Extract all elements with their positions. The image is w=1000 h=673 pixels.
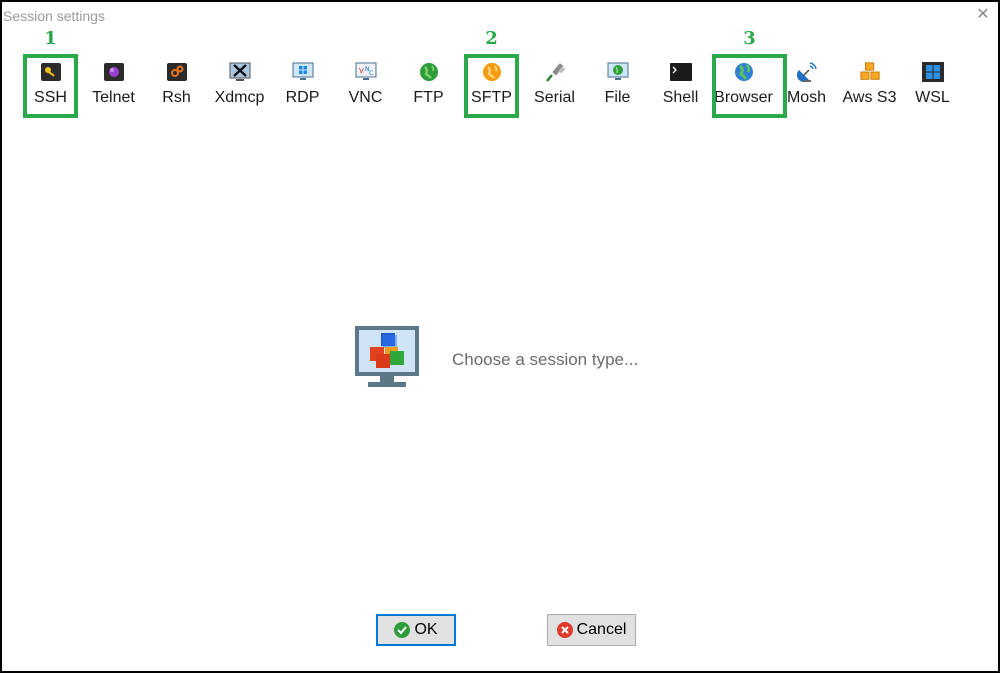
cancel-button[interactable]: Cancel (547, 614, 636, 646)
empty-state: Choose a session type... (354, 325, 638, 394)
session-type-shell[interactable]: Shell (649, 56, 712, 116)
session-type-label: Mosh (786, 89, 827, 106)
browser-globe-icon (733, 61, 755, 83)
session-type-vnc[interactable]: VNC VNC (334, 56, 397, 116)
session-type-label: RDP (285, 89, 320, 106)
session-type-telnet[interactable]: Telnet (82, 56, 145, 116)
xdmcp-icon (229, 61, 251, 83)
session-type-rsh[interactable]: Rsh (145, 56, 208, 116)
session-type-ssh[interactable]: 1 SSH (19, 28, 82, 118)
session-type-label: SFTP (471, 89, 512, 106)
session-cubes-monitor-icon (354, 325, 420, 394)
cancel-x-icon (556, 622, 573, 638)
session-type-ftp[interactable]: FTP (397, 56, 460, 116)
file-globe-monitor-icon (607, 61, 629, 83)
session-type-xdmcp[interactable]: Xdmcp (208, 56, 271, 116)
rsh-icon (166, 61, 188, 83)
session-type-rdp[interactable]: RDP (271, 56, 334, 116)
svg-text:V: V (359, 67, 364, 75)
session-type-label: Shell (662, 89, 699, 106)
serial-plug-icon (544, 61, 566, 83)
check-icon (394, 622, 411, 638)
ftp-globe-icon (418, 61, 440, 83)
session-type-label: WSL (915, 89, 950, 106)
rdp-monitor-icon (292, 61, 314, 83)
session-type-aws-s3[interactable]: Aws S3 (838, 56, 901, 116)
session-type-label: File (604, 89, 631, 106)
session-type-serial[interactable]: Serial (523, 56, 586, 116)
session-type-label: Telnet (92, 89, 135, 106)
telnet-icon (103, 61, 125, 83)
svg-text:C: C (369, 70, 373, 77)
session-type-label: Rsh (162, 89, 191, 106)
mosh-satellite-icon (796, 61, 818, 83)
session-type-label: Browser (714, 89, 773, 106)
session-type-label: VNC (348, 89, 383, 106)
highlight-number-1: 1 (44, 28, 57, 49)
highlight-number-3: 3 (743, 28, 756, 49)
session-type-wsl[interactable]: WSL (901, 56, 964, 116)
wsl-windows-icon (921, 61, 944, 83)
session-type-file[interactable]: File (586, 56, 649, 116)
session-type-sftp[interactable]: 2 SFTP (460, 28, 523, 118)
session-type-mosh[interactable]: Mosh (775, 56, 838, 116)
session-type-label: Serial (534, 89, 575, 106)
ok-label: OK (414, 621, 438, 638)
cancel-label: Cancel (576, 621, 627, 638)
vnc-icon: VNC (355, 61, 377, 83)
shell-terminal-icon (669, 61, 692, 83)
window-title: Session settings (3, 8, 105, 24)
session-type-toolbar: 1 SSH Telnet Rsh Xdmcp RDP V N C VNC FTP… (19, 28, 964, 118)
session-type-label: SSH (34, 89, 67, 106)
session-type-browser[interactable]: 3 Browser (712, 28, 787, 118)
sftp-globe-icon (481, 61, 503, 83)
session-settings-dialog: Session settings ✕ 1 SSH Telnet Rsh Xdmc… (0, 0, 1000, 673)
aws-s3-cubes-icon (859, 61, 881, 83)
highlight-number-2: 2 (485, 28, 498, 49)
choose-session-prompt: Choose a session type... (452, 349, 639, 369)
ok-button[interactable]: OK (376, 614, 456, 646)
session-type-label: FTP (413, 89, 444, 106)
session-type-label: Xdmcp (214, 89, 265, 106)
session-type-label: Aws S3 (842, 89, 897, 106)
ssh-key-icon (40, 61, 62, 83)
close-icon[interactable]: ✕ (974, 6, 992, 24)
